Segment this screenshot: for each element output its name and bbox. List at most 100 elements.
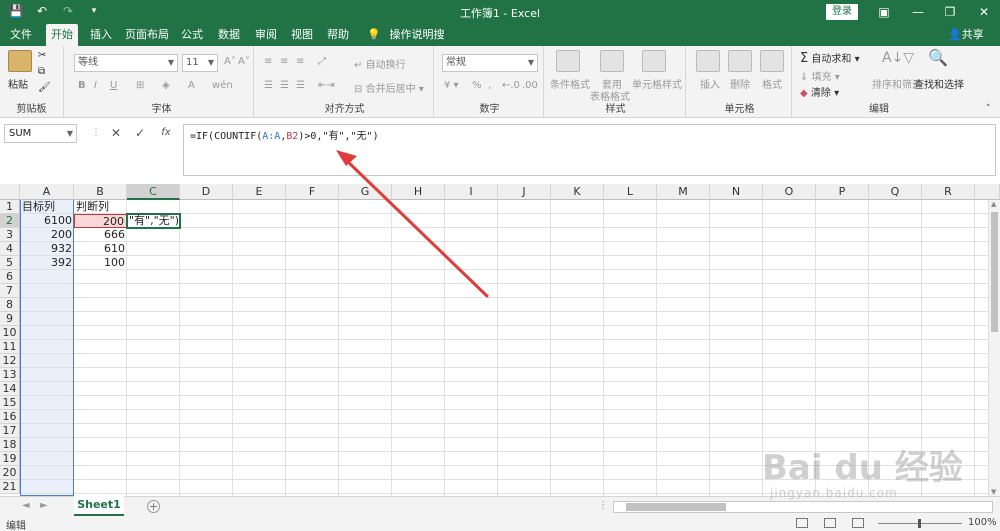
row-header[interactable]: 4 [0, 242, 20, 256]
cell-b3[interactable]: 666 [74, 228, 127, 242]
cell-c2[interactable]: "有","无") [126, 213, 181, 229]
tab-help[interactable]: 帮助 [324, 24, 352, 46]
delete-cells-button[interactable]: 删除 [730, 76, 750, 91]
column-header[interactable]: K [551, 184, 604, 200]
increase-font-icon[interactable]: A˄ [224, 56, 236, 67]
tab-review[interactable]: 审阅 [252, 24, 280, 46]
row-header[interactable]: 1 [0, 200, 20, 214]
sort-filter-icon[interactable]: A↓▽ [882, 50, 914, 66]
paste-button[interactable]: 粘贴 [8, 76, 28, 91]
select-all-corner[interactable] [0, 184, 20, 200]
row-header[interactable]: 16 [0, 410, 20, 424]
column-header[interactable]: Q [869, 184, 922, 200]
zoom-thumb[interactable] [918, 519, 921, 528]
align-left-icon[interactable]: ☰ [264, 80, 273, 91]
wrap-text-button[interactable]: ↵ 自动换行 [354, 56, 406, 71]
font-size-dropdown[interactable]: 11 ▼ [182, 54, 218, 72]
cell-b2[interactable]: 200 [74, 214, 127, 228]
cell-b5[interactable]: 100 [74, 256, 127, 270]
cell-b4[interactable]: 610 [74, 242, 127, 256]
delete-cells-icon[interactable] [728, 50, 752, 72]
row-header[interactable]: 14 [0, 382, 20, 396]
align-top-icon[interactable]: ≡ [264, 56, 272, 67]
underline-icon[interactable]: U [110, 80, 117, 91]
cell-a4[interactable]: 932 [20, 242, 74, 256]
column-header[interactable]: R [922, 184, 975, 200]
row-header[interactable]: 7 [0, 284, 20, 298]
clear-button[interactable]: ◆ 清除 ▾ [800, 84, 839, 99]
phonetic-icon[interactable]: wén [212, 80, 233, 91]
fill-color-icon[interactable]: ◈ [162, 80, 170, 91]
increase-decimal-icon[interactable]: ←.0 [502, 80, 520, 91]
cell-a5[interactable]: 392 [20, 256, 74, 270]
name-box[interactable]: SUM ▼ [4, 124, 77, 143]
column-header[interactable]: D [180, 184, 233, 200]
cell-a1[interactable]: 目标列 [20, 200, 74, 214]
border-icon[interactable]: ⊞ [136, 80, 144, 91]
tell-me-search[interactable]: 操作说明搜索 [386, 24, 448, 63]
find-select-button[interactable]: 查找和选择 [914, 76, 964, 91]
column-header[interactable]: N [710, 184, 763, 200]
cell-style-button[interactable]: 单元格样式 [632, 76, 682, 91]
font-color-icon[interactable]: A [188, 80, 195, 91]
row-header[interactable]: 6 [0, 270, 20, 284]
restore-icon[interactable]: ❐ [940, 2, 960, 22]
row-header[interactable]: 18 [0, 438, 20, 452]
zoom-level[interactable]: 100% [968, 517, 997, 528]
tab-insert[interactable]: 插入 [86, 24, 116, 46]
column-header[interactable]: F [286, 184, 339, 200]
number-format-dropdown[interactable]: 常规 ▼ [442, 54, 538, 72]
align-right-icon[interactable]: ☰ [296, 80, 305, 91]
bold-icon[interactable]: B [78, 80, 86, 91]
prev-sheet-icon[interactable]: ◄ [22, 500, 30, 511]
scroll-up-icon[interactable]: ▲ [991, 200, 996, 208]
decrease-decimal-icon[interactable]: .00 [522, 80, 538, 91]
column-header[interactable]: I [445, 184, 498, 200]
tab-page-layout[interactable]: 页面布局 [124, 24, 170, 46]
zoom-slider[interactable] [878, 519, 962, 528]
page-break-view-icon[interactable] [852, 518, 864, 528]
conditional-format-button[interactable]: 条件格式 [550, 76, 590, 91]
decrease-font-icon[interactable]: A˅ [238, 56, 250, 67]
row-header[interactable]: 2 [0, 214, 20, 228]
find-select-icon[interactable]: 🔍 [928, 48, 948, 67]
tab-formulas[interactable]: 公式 [178, 24, 206, 46]
autosum-button[interactable]: Σ 自动求和 ▾ [800, 50, 860, 66]
insert-function-icon[interactable]: fx [158, 125, 174, 141]
insert-cells-button[interactable]: 插入 [700, 76, 720, 91]
row-header[interactable]: 15 [0, 396, 20, 410]
cell-a2[interactable]: 6100 [20, 214, 74, 228]
row-header[interactable]: 13 [0, 368, 20, 382]
fill-button[interactable]: ⇓ 填充 ▾ [800, 68, 840, 83]
comma-icon[interactable]: , [488, 80, 491, 91]
add-sheet-button[interactable]: + [147, 500, 160, 513]
currency-icon[interactable]: ¥ ▾ [444, 80, 459, 91]
sheet-options-icon[interactable]: ⋮ [598, 500, 608, 511]
format-cells-button[interactable]: 格式 [762, 76, 782, 91]
enter-icon[interactable]: ✓ [132, 125, 148, 141]
format-painter-icon[interactable]: 🖌 [38, 82, 51, 93]
orientation-icon[interactable]: ⤢ [318, 56, 326, 67]
cut-icon[interactable]: ✂ [38, 50, 46, 61]
scroll-thumb[interactable] [991, 212, 998, 332]
align-bottom-icon[interactable]: ≡ [296, 56, 304, 67]
close-icon[interactable]: ✕ [974, 2, 994, 22]
indent-icon[interactable]: ⇤⇥ [318, 80, 335, 91]
row-header[interactable]: 19 [0, 452, 20, 466]
row-header[interactable]: 12 [0, 354, 20, 368]
row-header[interactable]: 9 [0, 312, 20, 326]
column-header[interactable]: O [763, 184, 816, 200]
row-header[interactable]: 3 [0, 228, 20, 242]
column-header[interactable]: L [604, 184, 657, 200]
column-header[interactable]: J [498, 184, 551, 200]
table-format-icon[interactable] [600, 50, 624, 72]
cell-b1[interactable]: 判断列 [74, 200, 127, 214]
column-header[interactable]: A [20, 184, 74, 200]
cell-style-icon[interactable] [642, 50, 666, 72]
page-layout-view-icon[interactable] [824, 518, 836, 528]
font-name-dropdown[interactable]: 等线 ▼ [74, 54, 178, 72]
login-button[interactable]: 登录 [826, 4, 858, 20]
share-button[interactable]: 👤共享 [948, 24, 984, 46]
ribbon-display-icon[interactable]: ▣ [874, 2, 894, 22]
percent-icon[interactable]: % [472, 80, 482, 91]
